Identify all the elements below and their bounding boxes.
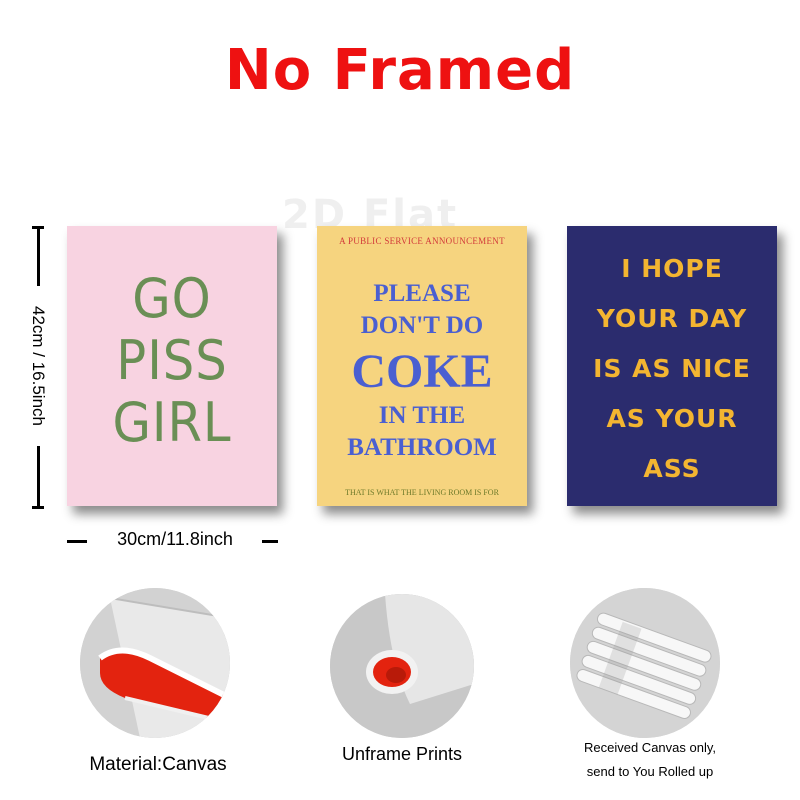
poster-pink-text: GO PISS GIRL bbox=[67, 268, 277, 454]
received-caption-line-2: send to You Rolled up bbox=[586, 764, 714, 779]
poster-go-piss-girl: GO PISS GIRL bbox=[67, 226, 277, 506]
poster-line: I HOPE bbox=[621, 254, 723, 283]
poster-line: PLEASE bbox=[373, 280, 471, 307]
poster-please-dont-do-coke: A PUBLIC SERVICE ANNOUNCEMENT PLEASE DON… bbox=[317, 226, 527, 506]
poster-i-hope-your-day: I HOPE YOUR DAY IS AS NICE AS YOUR ASS bbox=[567, 226, 777, 506]
poster-line: BATHROOM bbox=[347, 434, 497, 461]
unframe-caption: Unframe Prints bbox=[341, 744, 463, 764]
received-caption-line-1: Received Canvas only, bbox=[584, 740, 716, 755]
poster-line: PISS bbox=[116, 329, 228, 392]
canvas-material-photo bbox=[80, 588, 230, 738]
poster-line: DON'T DO bbox=[360, 312, 484, 339]
material-caption: Material:Canvas bbox=[89, 754, 227, 775]
dimension-tick-bottom bbox=[32, 506, 44, 509]
canvas-roll-icon bbox=[80, 588, 230, 738]
poster-line: GIRL bbox=[112, 391, 232, 454]
dimension-line-left bbox=[67, 540, 87, 543]
poster-line: ASS bbox=[643, 454, 701, 483]
dimension-line-bottom bbox=[37, 446, 40, 508]
width-dimension-label: 30cm/11.8inch bbox=[117, 529, 233, 549]
poster-line: GO bbox=[132, 267, 212, 330]
poster-line: YOUR DAY bbox=[596, 304, 748, 333]
rolled-package-photo bbox=[570, 588, 720, 738]
rolled-canvas-icon bbox=[330, 594, 474, 738]
poster-line-large: COKE bbox=[351, 345, 493, 398]
height-dimension-text: 42cm / 16.5inch bbox=[29, 305, 48, 426]
dimension-line-right bbox=[262, 540, 278, 543]
poster-line: IS AS NICE bbox=[593, 354, 751, 383]
poster-line: AS YOUR bbox=[606, 404, 738, 433]
page-title: No Framed bbox=[224, 38, 576, 103]
rolled-tubes-icon bbox=[570, 588, 720, 738]
poster-line: IN THE bbox=[378, 402, 466, 429]
poster-subtitle-top: A PUBLIC SERVICE ANNOUNCEMENT bbox=[339, 236, 505, 246]
poster-subtitle-bottom: THAT IS WHAT THE LIVING ROOM IS FOR bbox=[345, 488, 499, 497]
unframed-roll-photo bbox=[330, 594, 474, 738]
